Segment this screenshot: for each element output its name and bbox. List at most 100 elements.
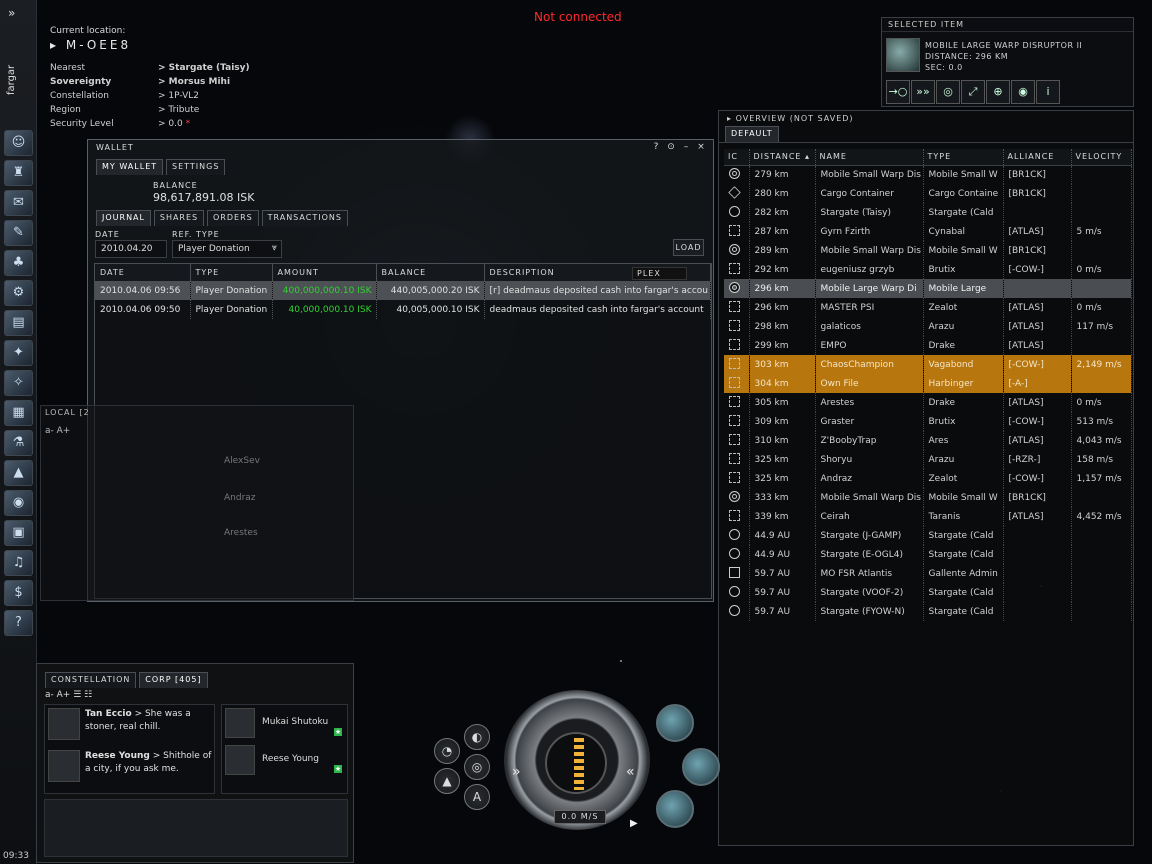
nearest-link[interactable]: > Stargate (Taisy)	[158, 62, 250, 76]
tab-constellation[interactable]: CONSTELLATION	[45, 672, 137, 688]
overview-row[interactable]: 310 km Z'BoobyTrap Ares [ATLAS] 4,043 m/s	[724, 431, 1132, 450]
journal-row[interactable]: 2010.04.06 09:56 Player Donation 400,000,0…	[95, 281, 711, 300]
map-icon[interactable]: ✦	[4, 340, 33, 366]
settings-icon[interactable]: ⊙	[665, 142, 677, 153]
speed-readout[interactable]: 0.0 M/S	[554, 810, 606, 824]
overview-row[interactable]: 325 km Andraz Zealot [-COW-] 1,157 m/s	[724, 469, 1132, 488]
speed-down-button[interactable]: «	[626, 764, 635, 780]
overview-row[interactable]: 287 km Gyrn Fzirth Cynabal [ATLAS] 5 m/s	[724, 222, 1132, 241]
tab-settings[interactable]: SETTINGS	[166, 159, 226, 175]
col-balance[interactable]: BALANCE	[376, 264, 485, 281]
module-slot-1[interactable]	[656, 704, 694, 742]
tab-transactions[interactable]: TRANSACTIONS	[261, 210, 348, 226]
overview-row[interactable]: 296 km MASTER PSI Zealot [ATLAS] 0 m/s	[724, 298, 1132, 317]
tab-orders[interactable]: ORDERS	[207, 210, 259, 226]
help-icon[interactable]: ?	[4, 610, 33, 636]
overview-row[interactable]: 59.7 AU MO FSR Atlantis Gallente Admin	[724, 564, 1132, 583]
radar-icon[interactable]: ◎	[464, 754, 490, 780]
lock-target-icon[interactable]: ⊕	[986, 80, 1010, 104]
avatar[interactable]	[48, 708, 80, 740]
tab-journal[interactable]: JOURNAL	[96, 210, 151, 226]
help-icon[interactable]: ?	[650, 142, 662, 153]
contracts-icon[interactable]: ▣	[4, 520, 33, 546]
col-alliance[interactable]: ALLIANCE	[1003, 149, 1072, 166]
avatar[interactable]	[48, 750, 80, 782]
selected-item-thumbnail[interactable]	[886, 38, 920, 72]
col-distance[interactable]: DISTANCE ▴	[749, 149, 816, 166]
col-name[interactable]: NAME	[815, 149, 924, 166]
market-icon[interactable]: ◉	[4, 490, 33, 516]
orbit-icon[interactable]: ◎	[936, 80, 960, 104]
overview-row[interactable]: 303 km ChaosChampion Vagabond [-COW-] 2,149 …	[724, 355, 1132, 374]
minimize-icon[interactable]: –	[680, 142, 692, 153]
fitting-icon[interactable]: ⚙	[4, 280, 33, 306]
people-places-icon[interactable]: ♜	[4, 160, 33, 186]
overview-row[interactable]: 280 km Cargo Container Cargo Containe [BR1C…	[724, 184, 1132, 203]
wallet-icon[interactable]: $	[4, 580, 33, 606]
region-link[interactable]: > Tribute	[158, 104, 250, 118]
col-type[interactable]: TYPE	[923, 149, 1004, 166]
character-name[interactable]: fargar	[6, 65, 17, 95]
overview-row[interactable]: 44.9 AU Stargate (E-OGL4) Stargate (Cald	[724, 545, 1132, 564]
overview-row[interactable]: 333 km Mobile Small Warp Dis Mobile Small …	[724, 488, 1132, 507]
autopilot-icon[interactable]: A	[464, 784, 490, 810]
science-industry-icon[interactable]: ⚗	[4, 430, 33, 456]
scanner-icon[interactable]: ◐	[464, 724, 490, 750]
font-decrease-button[interactable]: a-	[45, 426, 54, 436]
col-date[interactable]: DATE	[95, 264, 191, 281]
keep-range-icon[interactable]: ⤢	[961, 80, 985, 104]
notepad-icon[interactable]: ✎	[4, 220, 33, 246]
overview-row[interactable]: 289 km Mobile Small Warp Dis Mobile Small …	[724, 241, 1132, 260]
sovereignty-link[interactable]: > Morsus Mihi	[158, 76, 250, 90]
info-icon[interactable]: i	[1036, 80, 1060, 104]
load-button[interactable]: LOAD	[673, 239, 704, 256]
col-velocity[interactable]: VELOCITY	[1071, 149, 1132, 166]
date-field[interactable]: 2010.04.20	[95, 240, 167, 258]
overview-row[interactable]: 298 km galaticos Arazu [ATLAS] 117 m/s	[724, 317, 1132, 336]
tab-default[interactable]: DEFAULT	[725, 126, 779, 142]
assets-icon[interactable]: ✧	[4, 370, 33, 396]
detail-view-icon[interactable]: ☷	[84, 690, 92, 700]
chat-input[interactable]	[44, 799, 348, 857]
font-decrease-button[interactable]: a-	[45, 690, 54, 700]
col-amount[interactable]: AMOUNT	[272, 264, 377, 281]
local-member[interactable]: Arestes	[224, 528, 258, 538]
speed-up-button[interactable]: »	[512, 764, 521, 780]
col-icon[interactable]: IC	[724, 149, 750, 166]
warp-icon[interactable]: »»	[911, 80, 935, 104]
overview-row[interactable]: 59.7 AU Stargate (FYOW-N) Stargate (Cald	[724, 602, 1132, 621]
overview-row[interactable]: 279 km Mobile Small Warp Dis Mobile Small …	[724, 165, 1132, 184]
journal-icon[interactable]: ▤	[4, 310, 33, 336]
look-at-icon[interactable]: ◉	[1011, 80, 1035, 104]
journal-row[interactable]: 2010.04.06 09:50 Player Donation 40,000,00…	[95, 300, 711, 319]
ref-type-select[interactable]: Player Donation ⩔	[172, 240, 282, 258]
local-member[interactable]: AlexSev	[224, 456, 260, 466]
mail-icon[interactable]: ✉	[4, 190, 33, 216]
tab-shares[interactable]: SHARES	[153, 210, 205, 226]
tab-corp[interactable]: CORP [405]	[139, 672, 208, 688]
overview-row[interactable]: 325 km Shoryu Arazu [-RZR-] 158 m/s	[724, 450, 1132, 469]
chat-member[interactable]: Mukai Shutoku ★	[222, 705, 347, 742]
font-increase-button[interactable]: A+	[57, 690, 71, 700]
overview-row[interactable]: 305 km Arestes Drake [ATLAS] 0 m/s	[724, 393, 1132, 412]
overview-row[interactable]: 304 km Own File Harbinger [-A-]	[724, 374, 1132, 393]
audio-icon[interactable]: ♫	[4, 550, 33, 576]
overview-row[interactable]: 292 km eugeniusz grzyb Brutix [-COW-] 0 m/s	[724, 260, 1132, 279]
overview-row[interactable]: 296 km Mobile Large Warp Di Mobile Large	[724, 279, 1132, 298]
overview-row[interactable]: 299 km EMPO Drake [ATLAS]	[724, 336, 1132, 355]
local-chat-header[interactable]: LOCAL [2	[41, 406, 353, 420]
system-name[interactable]: ▸ M-OEE8	[50, 38, 250, 52]
fleet-icon[interactable]: ▲	[4, 460, 33, 486]
font-increase-button[interactable]: A+	[57, 426, 71, 436]
overview-header[interactable]: ▸ OVERVIEW (NOT SAVED)	[719, 111, 1133, 126]
character-sheet-icon[interactable]: ☺	[4, 130, 33, 156]
approach-icon[interactable]: →○	[886, 80, 910, 104]
expand-modules-icon[interactable]: ▶	[630, 818, 638, 829]
module-slot-2[interactable]	[682, 748, 720, 786]
overview-row[interactable]: 44.9 AU Stargate (J-GAMP) Stargate (Cald	[724, 526, 1132, 545]
camera-icon[interactable]: ◔	[434, 738, 460, 764]
close-icon[interactable]: ×	[695, 142, 707, 153]
overview-row[interactable]: 339 km Ceirah Taranis [ATLAS] 4,452 m/s	[724, 507, 1132, 526]
module-slot-3[interactable]	[656, 790, 694, 828]
col-type[interactable]: TYPE	[190, 264, 273, 281]
